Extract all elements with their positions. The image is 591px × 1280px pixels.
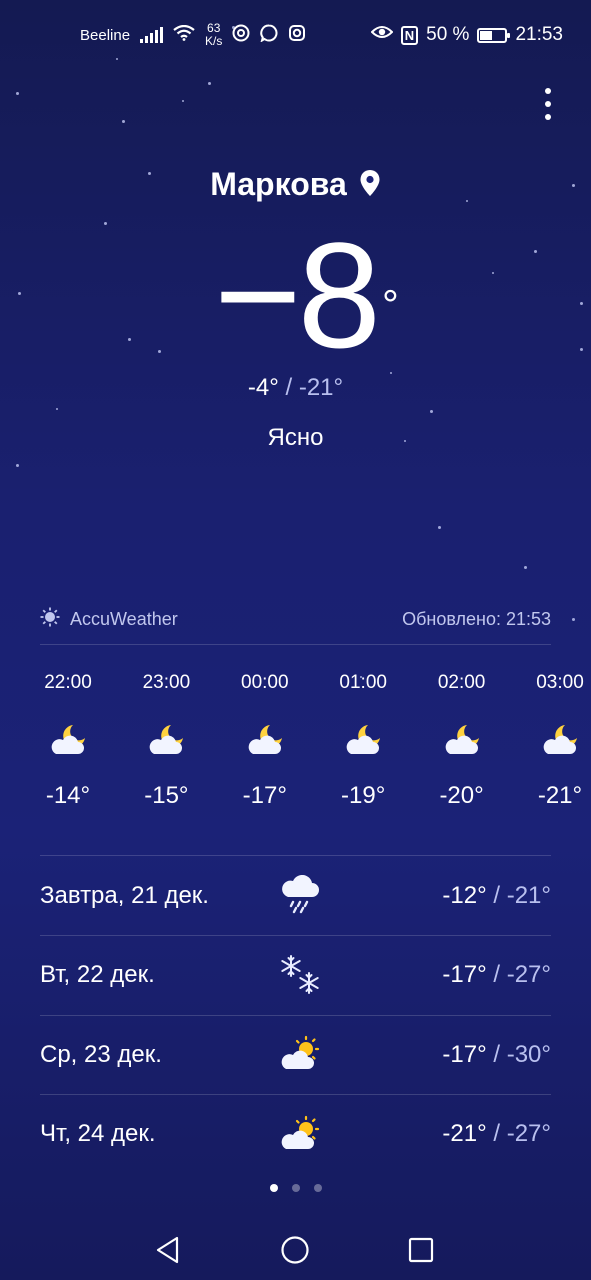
day-low: -27° xyxy=(506,1120,551,1147)
page-indicator xyxy=(0,1184,591,1192)
hourly-item: 00:00 -17° xyxy=(215,672,315,810)
hourly-time: 23:00 xyxy=(142,672,191,693)
day-high-low: -21° / -27° xyxy=(442,1120,551,1148)
viber-icon xyxy=(260,24,278,46)
city-name: Маркова xyxy=(210,166,347,202)
provider-name: AccuWeather xyxy=(70,608,178,629)
rain-cloud-icon xyxy=(276,870,326,920)
day-high: -12° xyxy=(442,881,487,909)
hourly-temp: -20° xyxy=(439,782,484,809)
network-speed-unit: K/s xyxy=(205,34,223,48)
degree-symbol: ° xyxy=(382,281,399,328)
network-speed: 63 K/s xyxy=(205,22,222,48)
network-speed-value: 63 xyxy=(207,21,221,35)
today-low: -21° xyxy=(298,374,344,401)
day-high: -17° xyxy=(442,1040,487,1068)
day-label: Чт, 24 дек. xyxy=(40,1120,156,1147)
daily-row[interactable]: Завтра, 21 дек. -12° / -21° xyxy=(40,856,551,935)
hourly-item: 03:00 -21° xyxy=(510,672,591,810)
eye-comfort-icon xyxy=(370,24,394,46)
day-low: -30° xyxy=(506,1040,551,1068)
current-temperature: −8 ° xyxy=(0,220,591,370)
instagram-icon xyxy=(288,24,306,46)
page-dot xyxy=(269,1184,278,1192)
carrier-label: Beeline xyxy=(80,26,131,44)
accuweather-sun-icon xyxy=(40,607,60,632)
day-high-low: -12° / -21° xyxy=(442,882,551,910)
hourly-temp: -21° xyxy=(537,782,583,809)
more-options-button[interactable] xyxy=(545,88,551,120)
status-bar-right: N 50 % 21:53 xyxy=(370,24,563,46)
current-temperature-value: −8 xyxy=(213,211,381,379)
day-high: -21° xyxy=(442,1120,487,1147)
day-high-low: -17° / -30° xyxy=(442,1041,551,1069)
divider xyxy=(40,644,551,645)
day-separator: / xyxy=(486,1120,507,1147)
updated-time: Обновлено: 21:53 xyxy=(402,608,551,629)
day-high-low: -17° / -27° xyxy=(442,961,551,989)
back-button[interactable] xyxy=(148,1230,188,1270)
daily-row[interactable]: Ср, 23 дек. -17° / -30° xyxy=(40,1015,551,1094)
current-condition: Ясно xyxy=(267,424,324,451)
home-button[interactable] xyxy=(275,1230,315,1270)
home-icon xyxy=(281,1236,309,1264)
provider[interactable]: AccuWeather xyxy=(40,607,178,632)
hourly-time: 03:00 xyxy=(536,672,584,693)
high-low-separator: / xyxy=(278,374,299,401)
hourly-temp: -17° xyxy=(242,782,287,809)
location-pin-icon[interactable] xyxy=(359,168,381,205)
hourly-item: 22:00 -14° xyxy=(18,672,118,810)
day-label: Вт, 22 дек. xyxy=(40,961,155,988)
sun-cloud-icon xyxy=(276,1029,326,1079)
hourly-item: 01:00 -19° xyxy=(313,672,413,810)
day-high: -17° xyxy=(442,961,487,988)
moon-cloud-icon xyxy=(510,698,591,782)
battery-icon xyxy=(477,27,511,43)
nfc-icon: N xyxy=(400,25,419,45)
status-bar-left: Beeline 63 K/s xyxy=(80,22,306,48)
navigation-bar xyxy=(0,1220,591,1280)
signal-icon xyxy=(140,27,164,43)
snowflake-icon xyxy=(276,950,326,1000)
battery-percent: 50 % xyxy=(426,24,470,45)
day-separator: / xyxy=(486,1040,507,1068)
hourly-time: 00:00 xyxy=(241,672,289,693)
hourly-item: 02:00 -20° xyxy=(412,672,512,810)
recents-button[interactable] xyxy=(401,1230,441,1270)
hourly-forecast[interactable]: 22:00 -14° 23:00 -15° 00:00 -17° 01:00 -19° 02:0… xyxy=(18,672,591,832)
day-separator: / xyxy=(486,881,507,909)
status-bar: Beeline 63 K/s N 50 % 21:53 xyxy=(0,0,591,72)
today-high-low: -4° / -21° xyxy=(0,374,591,402)
provider-row: AccuWeather Обновлено: 21:53 xyxy=(40,606,551,632)
hourly-item: 23:00 -15° xyxy=(116,672,216,810)
moon-cloud-icon xyxy=(18,698,118,782)
day-low: -27° xyxy=(506,961,551,988)
location-header: Маркова xyxy=(0,166,591,205)
hourly-temp: -15° xyxy=(144,782,189,809)
daily-row[interactable]: Чт, 24 дек. -21° / -27° xyxy=(40,1095,551,1174)
hourly-time: 01:00 xyxy=(339,672,387,693)
day-label: Ср, 23 дек. xyxy=(40,1040,162,1068)
hourly-temp: -19° xyxy=(341,782,386,809)
day-separator: / xyxy=(486,961,507,988)
back-icon xyxy=(156,1236,179,1264)
clock: 21:53 xyxy=(515,24,563,45)
hourly-temp: -14° xyxy=(45,782,91,809)
today-high: -4° xyxy=(247,374,279,401)
moon-cloud-icon xyxy=(116,698,216,782)
page-dot xyxy=(313,1184,322,1192)
hourly-time: 22:00 xyxy=(44,672,92,693)
mail-icon xyxy=(232,24,250,46)
page-dot xyxy=(291,1184,300,1192)
recents-icon xyxy=(408,1237,434,1263)
moon-cloud-icon xyxy=(215,698,315,782)
day-low: -21° xyxy=(506,881,551,909)
moon-cloud-icon xyxy=(412,698,512,782)
hourly-time: 02:00 xyxy=(437,672,486,693)
wifi-icon xyxy=(173,24,195,45)
daily-row[interactable]: Вт, 22 дек. -17° / -27° xyxy=(40,936,551,1015)
sun-cloud-icon xyxy=(276,1109,326,1159)
day-label: Завтра, 21 дек. xyxy=(40,881,209,909)
moon-cloud-icon xyxy=(313,698,413,782)
